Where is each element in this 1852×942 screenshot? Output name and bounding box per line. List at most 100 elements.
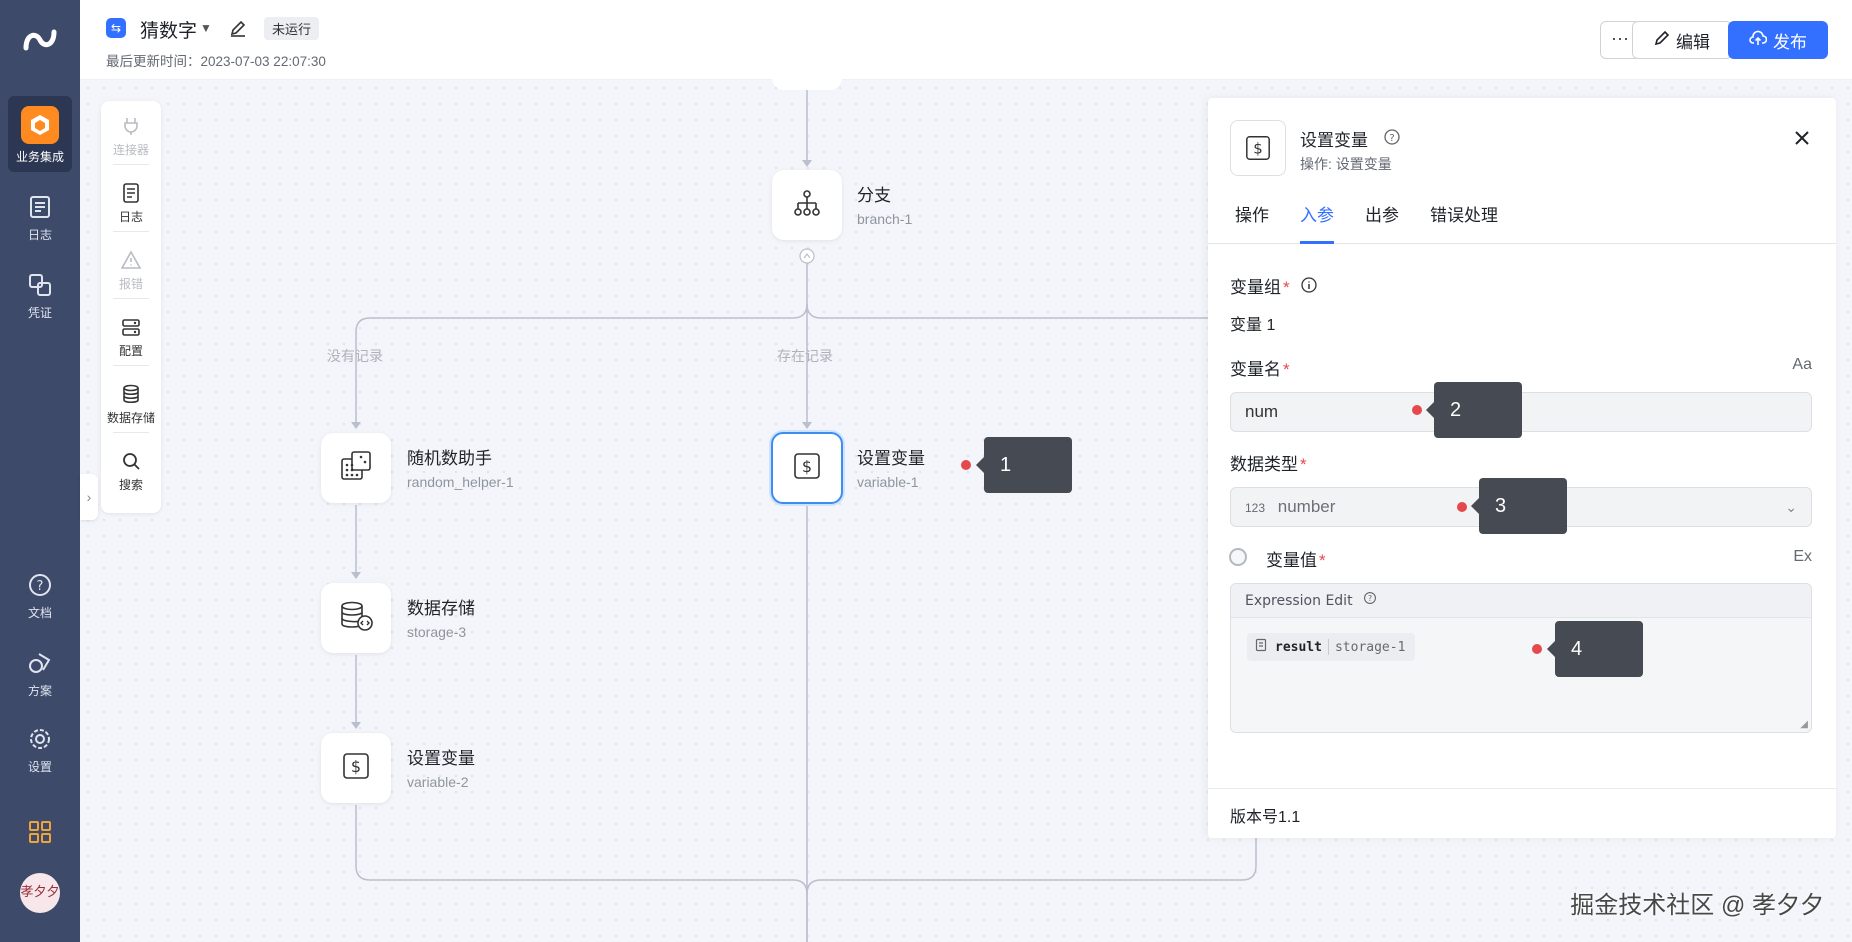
- config-icon: [120, 316, 142, 338]
- divider: [1327, 639, 1329, 655]
- tool-label: 配置: [118, 344, 143, 358]
- tool-label: 报错: [118, 277, 143, 291]
- storage-node[interactable]: [321, 583, 391, 653]
- callout-3: 3: [1471, 478, 1567, 534]
- set-variable-node-selected[interactable]: $: [771, 432, 843, 504]
- callout-dot: [1457, 502, 1467, 512]
- variable-value-label: 变量值 *: [1266, 546, 1326, 571]
- divider: [1208, 788, 1836, 789]
- svg-text:$: $: [1253, 140, 1263, 158]
- text-mode-toggle[interactable]: Aa: [1792, 356, 1812, 374]
- svg-text:?: ?: [1368, 594, 1372, 603]
- expression-editor[interactable]: Expression Edit ? result storage-1 ◢: [1230, 583, 1812, 733]
- node-id: storage-3: [407, 624, 467, 640]
- label-text: 数据类型: [1230, 455, 1298, 474]
- label-text: 变量组: [1230, 278, 1281, 297]
- plug-icon: [120, 115, 142, 137]
- dollar-box-icon: $: [792, 451, 822, 486]
- resize-handle[interactable]: ◢: [1800, 719, 1808, 730]
- tool-label: 连接器: [112, 143, 149, 157]
- tool-label: 搜索: [118, 478, 143, 492]
- callout-2: 2: [1426, 382, 1522, 438]
- variable-group-name: 变量 1: [1230, 317, 1276, 334]
- tab-operation[interactable]: 操作: [1235, 202, 1269, 244]
- node-title: 设置变量: [407, 749, 475, 768]
- dollar-box-icon: $: [1230, 120, 1286, 176]
- callout-dot: [1532, 644, 1542, 654]
- node-title: 设置变量: [857, 449, 925, 468]
- expression-header-label: Expression Edit: [1245, 593, 1353, 609]
- divider: [113, 432, 149, 433]
- required-mark: *: [1283, 278, 1290, 297]
- chip-key: result: [1275, 639, 1322, 655]
- chip-source: storage-1: [1334, 639, 1406, 655]
- branch-label-has-record: 存在记录: [777, 348, 833, 364]
- label-text: 变量名: [1230, 360, 1281, 379]
- divider: [113, 164, 149, 165]
- tool-error[interactable]: 报错: [101, 249, 161, 292]
- storage-ref-icon: [1255, 638, 1269, 656]
- tool-connector[interactable]: 连接器: [101, 115, 161, 158]
- variable-name-label: 变量名 *: [1230, 355, 1290, 380]
- tool-data-storage[interactable]: 数据存储: [101, 383, 161, 426]
- watermark: 掘金技术社区 @ 孝夕夕: [1570, 892, 1824, 919]
- tool-label: 数据存储: [106, 411, 155, 425]
- svg-text:$: $: [351, 757, 361, 776]
- help-icon[interactable]: ?: [1383, 128, 1401, 146]
- dice-grid-icon: [339, 449, 373, 488]
- tab-output-params[interactable]: 出参: [1365, 202, 1399, 244]
- data-type-label: 数据类型 *: [1230, 450, 1307, 475]
- tab-error-handling[interactable]: 错误处理: [1430, 202, 1498, 244]
- data-type-value: number: [1277, 497, 1336, 516]
- node-config-panel: $ 设置变量 ? 操作: 设置变量 操作 入参 出参 错误处理 变量组 * 变量 …: [1208, 98, 1836, 838]
- tool-log[interactable]: 日志: [101, 182, 161, 225]
- expression-variable-chip[interactable]: result storage-1: [1247, 633, 1416, 661]
- node-id: variable-2: [407, 774, 469, 790]
- node-id: variable-1: [857, 474, 919, 490]
- database-icon: [338, 600, 374, 637]
- tool-search[interactable]: 搜索: [101, 450, 161, 493]
- branch-node[interactable]: [772, 170, 842, 240]
- divider: [113, 298, 149, 299]
- random-helper-node[interactable]: [321, 433, 391, 503]
- panel-tabs: 操作 入参 出参 错误处理: [1208, 202, 1836, 244]
- search-icon: [120, 450, 142, 472]
- help-icon[interactable]: ?: [1363, 584, 1377, 618]
- canvas-toolbar: 连接器 日志 报错 配置 数据存储 搜索: [101, 101, 161, 513]
- svg-text:$: $: [802, 457, 812, 476]
- callout-dot: [1412, 405, 1422, 415]
- required-mark: *: [1283, 360, 1290, 379]
- branch-icon: [792, 188, 822, 223]
- divider: [113, 365, 149, 366]
- svg-text:?: ?: [1389, 133, 1394, 144]
- expression-header: Expression Edit ?: [1231, 584, 1811, 618]
- tab-input-params[interactable]: 入参: [1300, 202, 1334, 244]
- version-label: 版本号1.1: [1230, 809, 1301, 826]
- branch-label-no-record: 没有记录: [327, 348, 383, 364]
- divider: [113, 231, 149, 232]
- panel-title: 设置变量: [1300, 131, 1368, 150]
- close-icon[interactable]: [1790, 126, 1814, 150]
- callout-dot: [961, 460, 971, 470]
- callout-4: 4: [1547, 621, 1643, 677]
- info-icon[interactable]: [1300, 276, 1318, 294]
- chevron-down-icon: ⌄: [1785, 499, 1797, 515]
- toolbar-expand-handle[interactable]: ›: [80, 474, 98, 520]
- tool-config[interactable]: 配置: [101, 316, 161, 359]
- label-text: 变量值: [1266, 551, 1317, 570]
- number-type-icon: 123: [1245, 501, 1266, 515]
- node-title: 分支: [857, 186, 891, 205]
- tool-label: 日志: [118, 210, 143, 224]
- dollar-box-icon: $: [341, 751, 371, 786]
- value-mode-radio[interactable]: [1229, 548, 1247, 566]
- warning-icon: [120, 249, 142, 271]
- node-id: random_helper-1: [407, 474, 514, 490]
- database-icon: [120, 383, 142, 405]
- node-title: 随机数助手: [407, 449, 492, 468]
- expression-mode-toggle[interactable]: Ex: [1793, 548, 1812, 566]
- document-icon: [120, 182, 142, 204]
- required-mark: *: [1300, 455, 1307, 474]
- node-title: 数据存储: [407, 599, 475, 618]
- callout-1: 1: [976, 437, 1072, 493]
- set-variable-node[interactable]: $: [321, 733, 391, 803]
